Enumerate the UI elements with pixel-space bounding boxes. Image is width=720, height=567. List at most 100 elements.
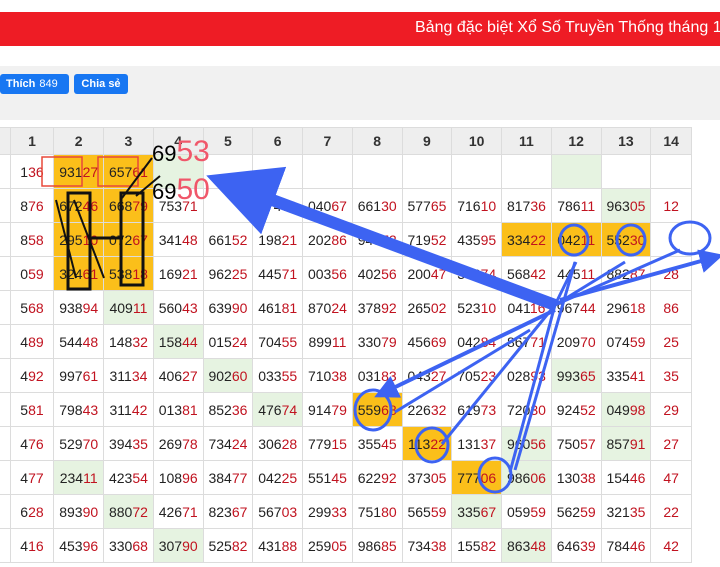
cell-tail: 35 bbox=[663, 367, 679, 384]
cell-tail: 12 bbox=[663, 197, 679, 214]
cell-prefix: 5 bbox=[20, 299, 29, 316]
result-cell bbox=[600, 154, 652, 189]
result-cell: 72030 bbox=[501, 392, 552, 427]
cell-prefix: 209 bbox=[556, 333, 581, 350]
result-cell: 30790 bbox=[152, 528, 204, 563]
cell-prefix: 307 bbox=[158, 537, 183, 554]
result-cell: 31142 bbox=[103, 392, 154, 427]
table-row: 858 29510 07267 34148 66152 19821 20286 94772 71… bbox=[0, 222, 692, 257]
annotation-line-2: 6950 bbox=[152, 173, 210, 207]
cell-tail: 39 bbox=[580, 537, 596, 554]
result-cell: 85236 bbox=[202, 392, 254, 427]
result-cell: 01381 bbox=[152, 392, 204, 427]
cell-tail: 28 bbox=[28, 503, 44, 520]
result-cell: 04327 bbox=[401, 358, 453, 393]
cell-prefix: 378 bbox=[357, 299, 382, 316]
cell-tail: 72 bbox=[132, 503, 148, 520]
cell-prefix: 042 bbox=[258, 469, 282, 486]
cell-prefix: 445 bbox=[557, 265, 581, 282]
table-row: 059 32461 53818 16921 96225 44571 00356 40256 20… bbox=[0, 256, 692, 291]
cell-tail: 35 bbox=[629, 503, 646, 520]
result-cell: 22 bbox=[650, 494, 692, 529]
result-cell: 33079 bbox=[351, 324, 403, 359]
cell-prefix: 265 bbox=[407, 299, 431, 316]
result-cell: 67246 bbox=[53, 188, 105, 223]
cell-tail: 30 bbox=[381, 197, 397, 214]
cell-tail: 85 bbox=[381, 537, 397, 554]
result-cell: 73438 bbox=[401, 528, 453, 563]
result-cell: 32135 bbox=[600, 494, 652, 529]
cell-tail: 11 bbox=[83, 469, 98, 486]
cell-prefix: 931 bbox=[59, 163, 83, 180]
cell-tail: 11 bbox=[580, 197, 596, 214]
result-cell: 44511 bbox=[550, 256, 602, 291]
cell-tail: 79 bbox=[381, 333, 397, 350]
cell-tail: 74 bbox=[480, 265, 497, 282]
cell-prefix: 296 bbox=[606, 299, 630, 316]
column-header: 9 bbox=[401, 127, 453, 155]
cell-prefix: 378 bbox=[457, 265, 481, 282]
result-cell: 46181 bbox=[252, 290, 304, 325]
cell-tail: 87 bbox=[629, 265, 646, 282]
result-cell: 11322 bbox=[401, 426, 453, 461]
cell-prefix: 750 bbox=[556, 435, 581, 452]
cell-prefix: 330 bbox=[357, 333, 382, 350]
cell-tail: 91 bbox=[629, 435, 646, 452]
result-cell: 32461 bbox=[53, 256, 105, 291]
cell-prefix: 5 bbox=[20, 401, 29, 418]
cell-prefix: 324 bbox=[59, 265, 83, 282]
cell-tail: 25 bbox=[231, 265, 248, 282]
cell-prefix: 622 bbox=[357, 469, 382, 486]
cell-prefix: 639 bbox=[208, 299, 232, 316]
cell-prefix: 619 bbox=[457, 401, 481, 418]
column-header: 6 bbox=[252, 127, 304, 155]
annotation-2-small: 69 bbox=[152, 179, 177, 204]
result-cell: 26978 bbox=[152, 426, 204, 461]
result-cell: 93127 bbox=[53, 154, 105, 189]
cell-prefix: 423 bbox=[108, 469, 133, 486]
share-button[interactable]: Chia sẻ bbox=[74, 74, 128, 94]
result-cell: 71952 bbox=[401, 222, 453, 257]
cell-tail: 80 bbox=[381, 503, 397, 520]
cell-tail: 67 bbox=[480, 503, 497, 520]
cell-tail: 44 bbox=[182, 333, 198, 350]
cell-prefix: 705 bbox=[457, 367, 481, 384]
result-cell bbox=[550, 154, 602, 189]
result-cell: 52970 bbox=[53, 426, 105, 461]
cell-tail: 45 bbox=[331, 469, 347, 486]
like-button[interactable]: Thích 849 bbox=[0, 74, 69, 94]
cell-tail: 60 bbox=[231, 367, 248, 384]
cell-tail: 77 bbox=[231, 469, 248, 486]
cell-prefix: 4 bbox=[20, 367, 29, 384]
page-banner: Bảng đặc biệt Xổ Số Truyền Thống tháng 1… bbox=[0, 12, 720, 46]
share-label: Chia sẻ bbox=[81, 78, 121, 90]
cell-prefix: 967 bbox=[556, 299, 581, 316]
cell-tail: 59 bbox=[580, 503, 596, 520]
result-cell: 77706 bbox=[451, 460, 503, 495]
result-cell: 858 bbox=[9, 222, 55, 257]
cell-tail: 06 bbox=[530, 469, 546, 486]
result-cell: 568 bbox=[9, 290, 55, 325]
cell-prefix: 003 bbox=[307, 265, 332, 282]
cell-tail: 70 bbox=[82, 435, 99, 452]
cell-prefix: 148 bbox=[108, 333, 133, 350]
result-cell: 86771 bbox=[501, 324, 552, 359]
result-cell: 13038 bbox=[550, 460, 602, 495]
cell-tail: 47 bbox=[430, 265, 447, 282]
cell-tail: 59 bbox=[629, 333, 646, 350]
column-header: 11 bbox=[501, 127, 552, 155]
cell-tail: 30 bbox=[530, 401, 546, 418]
result-cell: 492 bbox=[9, 358, 55, 393]
result-cell: 33068 bbox=[103, 528, 154, 563]
cell-prefix: 786 bbox=[557, 197, 581, 214]
result-cell: 96305 bbox=[600, 188, 652, 223]
cell-prefix: 108 bbox=[158, 469, 183, 486]
cell-prefix: 823 bbox=[208, 503, 232, 520]
result-cell: 04067 bbox=[302, 188, 353, 223]
cell-prefix: 1 bbox=[20, 163, 29, 180]
social-toolbar: Thích 849 Chia sẻ bbox=[0, 66, 720, 120]
cell-prefix: 661 bbox=[357, 197, 382, 214]
cell-prefix: 657 bbox=[108, 163, 133, 180]
cell-tail: 77 bbox=[28, 469, 44, 486]
result-cell: 52310 bbox=[451, 290, 503, 325]
